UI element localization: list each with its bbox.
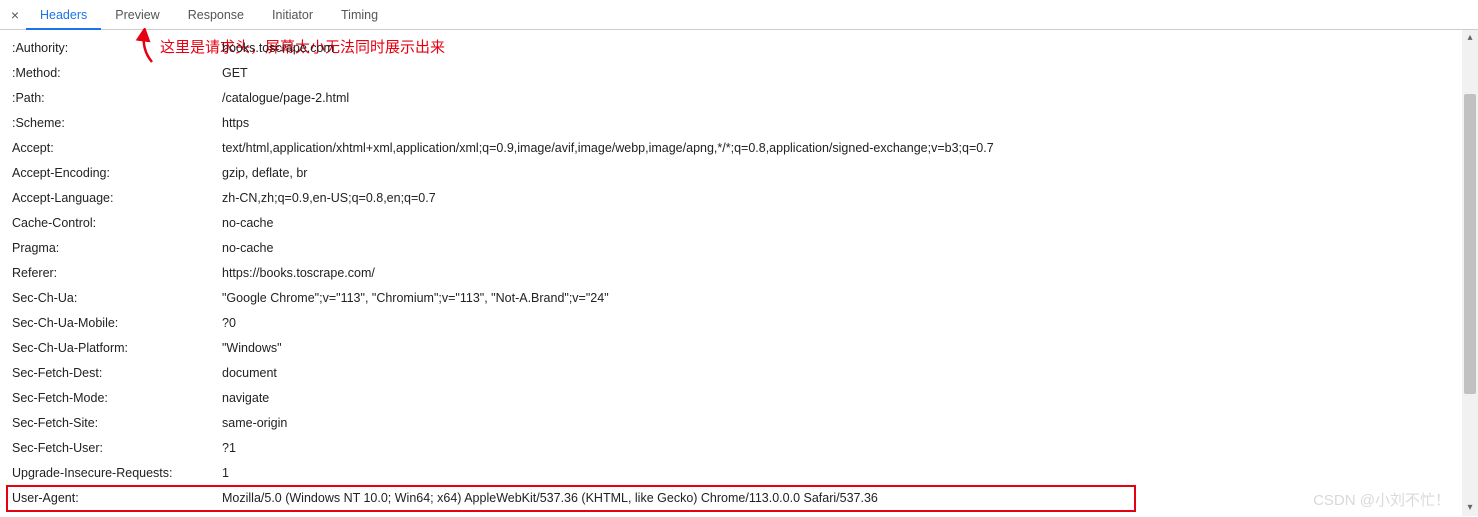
header-value: document: [222, 361, 277, 386]
header-row[interactable]: Sec-Ch-Ua-Mobile:?0: [12, 311, 1478, 336]
header-value: navigate: [222, 386, 269, 411]
header-value: GET: [222, 61, 248, 86]
header-row[interactable]: Sec-Fetch-User:?1: [12, 436, 1478, 461]
header-row[interactable]: Sec-Fetch-Mode:navigate: [12, 386, 1478, 411]
devtools-tabs: × Headers Preview Response Initiator Tim…: [0, 0, 1478, 30]
tab-response[interactable]: Response: [174, 0, 258, 30]
header-key: Sec-Fetch-Mode:: [12, 386, 222, 411]
header-key: Cache-Control:: [12, 211, 222, 236]
header-row[interactable]: :Method:GET: [12, 61, 1478, 86]
header-key: Accept-Encoding:: [12, 161, 222, 186]
header-key: Upgrade-Insecure-Requests:: [12, 461, 222, 486]
scroll-down-icon[interactable]: ▾: [1462, 500, 1478, 516]
tab-initiator[interactable]: Initiator: [258, 0, 327, 30]
header-row[interactable]: Accept:text/html,application/xhtml+xml,a…: [12, 136, 1478, 161]
header-key: :Path:: [12, 86, 222, 111]
header-row[interactable]: :Authority:books.toscrape.com: [12, 36, 1478, 61]
header-key: Pragma:: [12, 236, 222, 261]
header-value: Mozilla/5.0 (Windows NT 10.0; Win64; x64…: [222, 486, 878, 511]
vertical-scrollbar[interactable]: ▴ ▾: [1462, 30, 1478, 516]
header-row[interactable]: Pragma:no-cache: [12, 236, 1478, 261]
header-row[interactable]: Cache-Control:no-cache: [12, 211, 1478, 236]
header-row[interactable]: Sec-Fetch-Dest:document: [12, 361, 1478, 386]
header-value: "Google Chrome";v="113", "Chromium";v="1…: [222, 286, 609, 311]
header-key: Referer:: [12, 261, 222, 286]
header-row[interactable]: Accept-Encoding:gzip, deflate, br: [12, 161, 1478, 186]
close-icon[interactable]: ×: [4, 7, 26, 23]
header-row[interactable]: :Scheme:https: [12, 111, 1478, 136]
header-row[interactable]: Referer:https://books.toscrape.com/: [12, 261, 1478, 286]
header-value: zh-CN,zh;q=0.9,en-US;q=0.8,en;q=0.7: [222, 186, 436, 211]
header-row[interactable]: Sec-Ch-Ua:"Google Chrome";v="113", "Chro…: [12, 286, 1478, 311]
header-key: Sec-Fetch-Dest:: [12, 361, 222, 386]
headers-panel: :Authority:books.toscrape.com:Method:GET…: [0, 30, 1478, 517]
header-key: Accept-Language:: [12, 186, 222, 211]
header-key: :Scheme:: [12, 111, 222, 136]
header-row[interactable]: User-Agent:Mozilla/5.0 (Windows NT 10.0;…: [12, 486, 1478, 511]
tab-timing[interactable]: Timing: [327, 0, 392, 30]
header-value: ?0: [222, 311, 236, 336]
header-value: "Windows": [222, 336, 282, 361]
header-key: Sec-Fetch-Site:: [12, 411, 222, 436]
header-row[interactable]: Accept-Language:zh-CN,zh;q=0.9,en-US;q=0…: [12, 186, 1478, 211]
header-key: User-Agent:: [12, 486, 222, 511]
header-value: https://books.toscrape.com/: [222, 261, 375, 286]
header-key: Sec-Fetch-User:: [12, 436, 222, 461]
tab-headers[interactable]: Headers: [26, 0, 101, 30]
header-value: books.toscrape.com: [222, 36, 334, 61]
header-value: https: [222, 111, 249, 136]
header-row[interactable]: Upgrade-Insecure-Requests:1: [12, 461, 1478, 486]
scroll-thumb[interactable]: [1464, 94, 1476, 394]
header-row[interactable]: Sec-Fetch-Site:same-origin: [12, 411, 1478, 436]
header-value: same-origin: [222, 411, 287, 436]
header-key: Sec-Ch-Ua:: [12, 286, 222, 311]
header-key: :Method:: [12, 61, 222, 86]
header-value: /catalogue/page-2.html: [222, 86, 349, 111]
tab-preview[interactable]: Preview: [101, 0, 173, 30]
scroll-up-icon[interactable]: ▴: [1462, 30, 1478, 46]
header-value: text/html,application/xhtml+xml,applicat…: [222, 136, 994, 161]
header-key: :Authority:: [12, 36, 222, 61]
header-row[interactable]: :Path:/catalogue/page-2.html: [12, 86, 1478, 111]
header-value: 1: [222, 461, 229, 486]
header-value: gzip, deflate, br: [222, 161, 307, 186]
header-key: Sec-Ch-Ua-Mobile:: [12, 311, 222, 336]
header-key: Accept:: [12, 136, 222, 161]
header-value: no-cache: [222, 211, 273, 236]
header-row[interactable]: Sec-Ch-Ua-Platform:"Windows": [12, 336, 1478, 361]
header-value: no-cache: [222, 236, 273, 261]
header-key: Sec-Ch-Ua-Platform:: [12, 336, 222, 361]
header-value: ?1: [222, 436, 236, 461]
